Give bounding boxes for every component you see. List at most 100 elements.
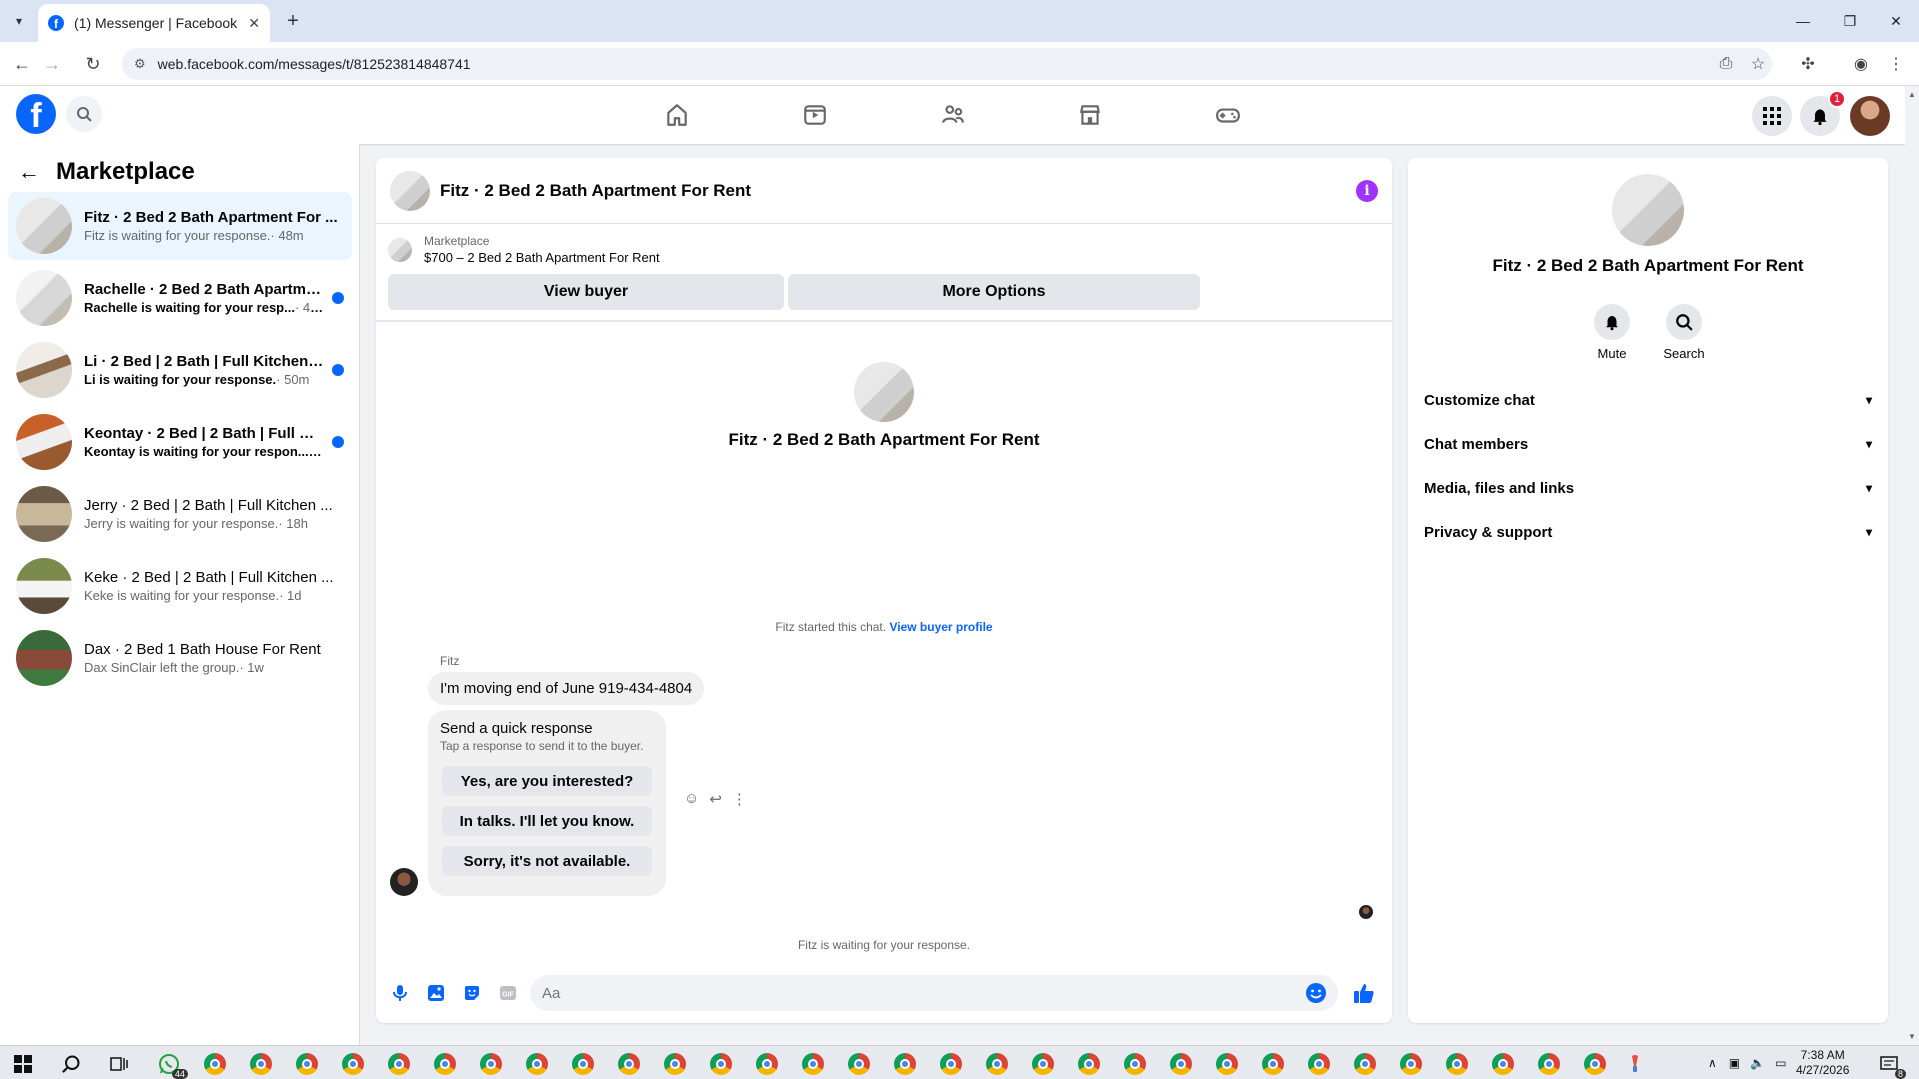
chrome-taskbar-icon[interactable]	[1306, 1051, 1332, 1077]
chrome-taskbar-icon[interactable]	[1398, 1051, 1424, 1077]
scroll-up-arrow-icon[interactable]: ▲	[1908, 90, 1916, 99]
sticker-icon[interactable]	[458, 979, 486, 1007]
back-button[interactable]: ←	[8, 50, 36, 78]
close-window-button[interactable]: ✕	[1873, 6, 1919, 36]
react-emoji-icon[interactable]: ☺	[684, 790, 699, 808]
conversation-item-li[interactable]: Li · 2 Bed | 2 Bath | Full Kitchen –... …	[8, 336, 352, 404]
chrome-taskbar-icon[interactable]	[1214, 1051, 1240, 1077]
chrome-taskbar-icon[interactable]	[662, 1051, 688, 1077]
chrome-taskbar-icon[interactable]	[938, 1051, 964, 1077]
more-options-button[interactable]: More Options	[788, 274, 1200, 310]
conversation-item-rachelle[interactable]: Rachelle · 2 Bed 2 Bath Apartme... Rache…	[8, 264, 352, 332]
chrome-taskbar-icon[interactable]	[1076, 1051, 1102, 1077]
browser-tab[interactable]: f (1) Messenger | Facebook ✕	[38, 4, 270, 42]
chrome-taskbar-icon[interactable]	[478, 1051, 504, 1077]
home-icon[interactable]	[621, 92, 733, 138]
chrome-taskbar-icon[interactable]	[524, 1051, 550, 1077]
chrome-taskbar-icon[interactable]	[1260, 1051, 1286, 1077]
view-buyer-profile-link[interactable]: View buyer profile	[889, 620, 992, 634]
facebook-logo[interactable]: f	[16, 94, 56, 134]
media-files-links-row[interactable]: Media, files and links ▾	[1424, 470, 1872, 506]
menu-grid-icon[interactable]	[1752, 96, 1792, 136]
quick-reply-in-talks[interactable]: In talks. I'll let you know.	[442, 806, 652, 836]
windows-start-icon[interactable]	[14, 1055, 32, 1073]
chrome-taskbar-icon[interactable]	[248, 1051, 274, 1077]
message-bubble[interactable]: I'm moving end of June 919-434-4804	[428, 672, 705, 705]
chrome-taskbar-icon[interactable]	[1030, 1051, 1056, 1077]
chrome-taskbar-icon[interactable]	[294, 1051, 320, 1077]
tab-close-icon[interactable]: ✕	[248, 15, 260, 32]
gif-icon[interactable]: GIF	[494, 979, 522, 1007]
extensions-icon[interactable]: ✣	[1796, 52, 1820, 76]
restore-button[interactable]: ❐	[1827, 6, 1873, 36]
chrome-taskbar-icon[interactable]	[892, 1051, 918, 1077]
search-icon[interactable]	[66, 96, 102, 132]
photo-icon[interactable]	[422, 979, 450, 1007]
quick-reply-not-available[interactable]: Sorry, it's not available.	[442, 846, 652, 876]
scroll-down-arrow-icon[interactable]: ▼	[1908, 1032, 1916, 1041]
install-app-icon[interactable]: ⎙	[1714, 52, 1738, 76]
minimize-button[interactable]: —	[1780, 6, 1826, 36]
view-buyer-button[interactable]: View buyer	[388, 274, 784, 310]
forward-button[interactable]: →	[38, 50, 66, 78]
chrome-taskbar-icon[interactable]	[432, 1051, 458, 1077]
chrome-taskbar-icon[interactable]	[800, 1051, 826, 1077]
account-avatar[interactable]	[1850, 96, 1890, 136]
more-actions-icon[interactable]: ⋮	[732, 790, 747, 808]
tab-search-dropdown[interactable]: ▾	[6, 8, 32, 34]
gaming-icon[interactable]	[1172, 92, 1284, 138]
customize-chat-row[interactable]: Customize chat ▾	[1424, 382, 1872, 418]
taskbar-search-icon[interactable]	[58, 1051, 84, 1077]
paint-icon[interactable]	[1622, 1051, 1648, 1077]
conversation-item-keke[interactable]: Keke · 2 Bed | 2 Bath | Full Kitchen ...…	[8, 552, 352, 620]
chrome-taskbar-icon[interactable]	[846, 1051, 872, 1077]
conversation-item-dax[interactable]: Dax · 2 Bed 1 Bath House For Rent Dax Si…	[8, 624, 352, 692]
chrome-taskbar-icon[interactable]	[1352, 1051, 1378, 1077]
bookmark-star-icon[interactable]: ☆	[1746, 52, 1770, 76]
chrome-taskbar-icon[interactable]	[1444, 1051, 1470, 1077]
taskbar-clock[interactable]: 7:38 AM 4/27/2026	[1796, 1048, 1849, 1078]
chrome-taskbar-icon[interactable]	[340, 1051, 366, 1077]
privacy-support-row[interactable]: Privacy & support ▾	[1424, 514, 1872, 550]
chat-title[interactable]: Fitz · 2 Bed 2 Bath Apartment For Rent	[440, 181, 1356, 201]
chrome-taskbar-icon[interactable]	[754, 1051, 780, 1077]
chrome-taskbar-icon[interactable]	[1536, 1051, 1562, 1077]
marketplace-icon[interactable]	[1034, 92, 1146, 138]
info-icon[interactable]: i	[1356, 179, 1378, 202]
sender-avatar[interactable]	[390, 868, 418, 896]
quick-reply-yes[interactable]: Yes, are you interested?	[442, 766, 652, 796]
profile-icon[interactable]: ◉	[1849, 52, 1873, 76]
chrome-taskbar-icon[interactable]	[984, 1051, 1010, 1077]
chrome-taskbar-icon[interactable]	[1122, 1051, 1148, 1077]
site-info-icon[interactable]: ⚙	[134, 56, 146, 72]
whatsapp-icon[interactable]: 44	[156, 1051, 188, 1079]
video-icon[interactable]	[759, 92, 871, 138]
action-center-icon[interactable]: 8	[1876, 1051, 1906, 1079]
tray-chevron-up-icon[interactable]: ∧	[1708, 1056, 1717, 1070]
task-view-icon[interactable]	[106, 1051, 132, 1077]
notifications-bell-icon[interactable]: 1	[1800, 90, 1846, 136]
address-bar[interactable]: ⚙ web.facebook.com/messages/t/8125238148…	[122, 48, 1772, 80]
chrome-taskbar-icon[interactable]	[616, 1051, 642, 1077]
volume-icon[interactable]: 🔈	[1750, 1056, 1765, 1070]
emoji-picker-icon[interactable]	[1304, 981, 1328, 1005]
listing-summary[interactable]: Marketplace $700 – 2 Bed 2 Bath Apartmen…	[388, 234, 660, 265]
chrome-taskbar-icon[interactable]	[1490, 1051, 1516, 1077]
conversation-item-keontay[interactable]: Keontay · 2 Bed | 2 Bath | Full Kit... K…	[8, 408, 352, 476]
chat-avatar[interactable]	[390, 170, 430, 211]
microphone-icon[interactable]	[386, 979, 414, 1007]
search-in-chat-button[interactable]: Search	[1648, 304, 1720, 361]
network-icon[interactable]: ▭	[1775, 1056, 1786, 1070]
chrome-taskbar-icon[interactable]	[570, 1051, 596, 1077]
meet-now-icon[interactable]: ▣	[1729, 1056, 1740, 1070]
message-input[interactable]	[530, 975, 1338, 1011]
chrome-taskbar-icon[interactable]	[1168, 1051, 1194, 1077]
chrome-taskbar-icon[interactable]	[708, 1051, 734, 1077]
groups-icon[interactable]	[897, 92, 1009, 138]
chrome-taskbar-icon[interactable]	[202, 1051, 228, 1077]
back-arrow-icon[interactable]: ←	[18, 159, 40, 185]
new-tab-button[interactable]: +	[280, 8, 306, 34]
conversation-item-fitz[interactable]: Fitz · 2 Bed 2 Bath Apartment For ... Fi…	[8, 192, 352, 260]
like-thumbs-up-icon[interactable]	[1346, 975, 1382, 1011]
reply-icon[interactable]: ↩	[709, 790, 722, 808]
